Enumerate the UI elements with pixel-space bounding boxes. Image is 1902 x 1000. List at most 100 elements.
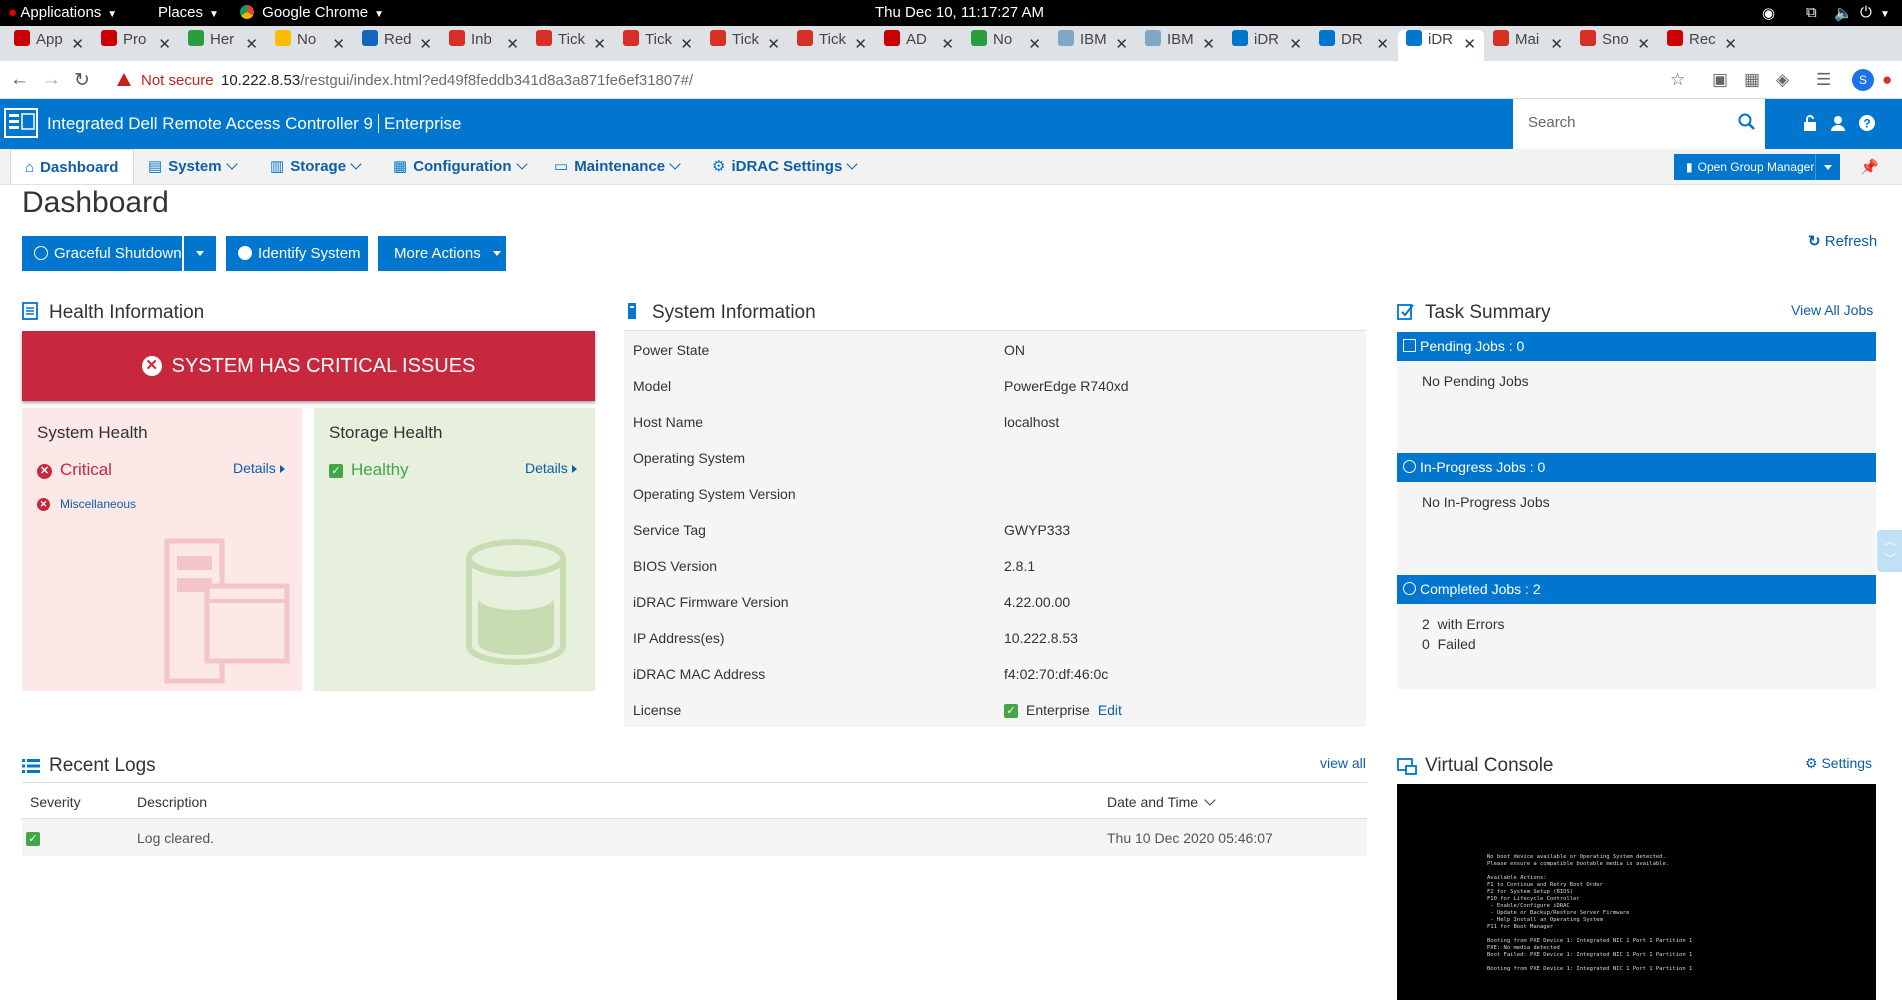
- power-icon[interactable]: ⏻: [1860, 4, 1872, 21]
- close-tab-icon[interactable]: ✕: [1637, 35, 1650, 53]
- places-menu[interactable]: Places ▼: [158, 4, 219, 21]
- graceful-shutdown-button[interactable]: Graceful Shutdown: [22, 236, 182, 271]
- chevron-down-icon[interactable]: ▼: [1880, 4, 1890, 21]
- close-tab-icon[interactable]: ✕: [1289, 35, 1302, 53]
- reading-list-icon[interactable]: ☰: [1816, 70, 1831, 90]
- browser-tab[interactable]: Tick ✕: [789, 30, 875, 61]
- system-info-key: BIOS Version: [633, 558, 718, 574]
- storage-health-details-link[interactable]: Details: [525, 460, 577, 476]
- security-warning[interactable]: Not secure: [117, 72, 214, 89]
- license-edit-link[interactable]: Edit: [1098, 702, 1122, 718]
- bookmark-star-icon[interactable]: ☆: [1670, 70, 1685, 90]
- browser-tab[interactable]: Tick ✕: [615, 30, 701, 61]
- tab-favicon-icon: [1580, 30, 1596, 46]
- console-settings-link[interactable]: ⚙ Settings: [1805, 755, 1872, 772]
- update-icon[interactable]: ●: [1882, 70, 1892, 90]
- browser-tab[interactable]: No ✕: [267, 30, 353, 61]
- close-tab-icon[interactable]: ✕: [1028, 35, 1041, 53]
- more-actions-button[interactable]: More Actions: [378, 236, 506, 271]
- virtual-console-preview[interactable]: No boot device available or Operating Sy…: [1397, 784, 1876, 1000]
- close-tab-icon[interactable]: ✕: [332, 35, 345, 53]
- close-tab-icon[interactable]: ✕: [506, 35, 519, 53]
- browser-menu[interactable]: Google Chrome ▼: [240, 4, 384, 21]
- browser-tab[interactable]: Sno ✕: [1572, 30, 1658, 61]
- browser-tab[interactable]: IBM ✕: [1050, 30, 1136, 61]
- system-info-row: Host Name localhost: [624, 403, 1366, 439]
- open-group-manager-button[interactable]: ▮ Open Group Manager: [1674, 154, 1821, 180]
- browser-tab[interactable]: No ✕: [963, 30, 1049, 61]
- volume-icon[interactable]: 🔈: [1834, 4, 1853, 22]
- profile-avatar[interactable]: S: [1852, 69, 1874, 91]
- back-icon[interactable]: ←: [10, 69, 29, 91]
- critical-issues-banner: ✕ SYSTEM HAS CRITICAL ISSUES: [22, 331, 595, 401]
- close-tab-icon[interactable]: ✕: [245, 35, 258, 53]
- search-icon[interactable]: [1737, 112, 1757, 132]
- nav-system[interactable]: ▤ System: [148, 149, 238, 184]
- close-tab-icon[interactable]: ✕: [1202, 35, 1215, 53]
- close-tab-icon[interactable]: ✕: [419, 35, 432, 53]
- close-tab-icon[interactable]: ✕: [158, 35, 171, 53]
- nav-storage[interactable]: ▥ Storage: [270, 149, 362, 184]
- extension-icon[interactable]: ◈: [1776, 70, 1789, 90]
- system-health-details-link[interactable]: Details: [233, 460, 285, 476]
- close-tab-icon[interactable]: ✕: [71, 35, 84, 53]
- close-tab-icon[interactable]: ✕: [1376, 35, 1389, 53]
- browser-tab[interactable]: Pro ✕: [93, 30, 179, 61]
- browser-tab[interactable]: Tick ✕: [702, 30, 788, 61]
- close-tab-icon[interactable]: ✕: [767, 35, 780, 53]
- nav-maintenance[interactable]: ▭ Maintenance: [554, 149, 681, 184]
- view-all-jobs-link[interactable]: View All Jobs: [1791, 302, 1873, 318]
- identify-system-button[interactable]: Identify System: [226, 236, 368, 271]
- close-tab-icon[interactable]: ✕: [680, 35, 693, 53]
- extension-icon[interactable]: ▦: [1744, 70, 1760, 90]
- browser-tab[interactable]: Red ✕: [354, 30, 440, 61]
- scroll-widget[interactable]: ︿ ﹀: [1877, 530, 1902, 572]
- browser-tab[interactable]: iDR ✕: [1398, 30, 1484, 61]
- network-icon[interactable]: ⧉: [1806, 4, 1817, 21]
- nav-idrac-settings[interactable]: ⚙ iDRAC Settings: [712, 149, 858, 184]
- forward-icon[interactable]: →: [42, 69, 61, 91]
- browser-tab[interactable]: Her ✕: [180, 30, 266, 61]
- refresh-link[interactable]: ↻ Refresh: [1808, 232, 1877, 250]
- clock[interactable]: Thu Dec 10, 11:17:27 AM: [875, 4, 1044, 21]
- log-row[interactable]: ✓ Log cleared. Thu 10 Dec 2020 05:46:07: [22, 819, 1367, 856]
- view-all-logs-link[interactable]: view all: [1320, 755, 1366, 771]
- col-severity[interactable]: Severity: [30, 794, 81, 810]
- nav-configuration[interactable]: ▦ Configuration: [393, 149, 528, 184]
- shutdown-options-dropdown[interactable]: [184, 236, 216, 271]
- browser-tab[interactable]: Rec ✕: [1659, 30, 1745, 61]
- close-tab-icon[interactable]: ✕: [1550, 35, 1563, 53]
- extension-icon[interactable]: ▣: [1712, 70, 1728, 90]
- browser-tab[interactable]: Inb ✕: [441, 30, 527, 61]
- close-tab-icon[interactable]: ✕: [593, 35, 606, 53]
- browser-tab[interactable]: DR ✕: [1311, 30, 1397, 61]
- browser-tab[interactable]: App ✕: [6, 30, 92, 61]
- miscellaneous-link[interactable]: ✕ Miscellaneous: [37, 497, 136, 511]
- accessibility-icon[interactable]: ◉: [1762, 4, 1775, 22]
- close-tab-icon[interactable]: ✕: [941, 35, 954, 53]
- browser-tab[interactable]: Mai ✕: [1485, 30, 1571, 61]
- nav-dashboard[interactable]: ⌂ Dashboard: [10, 149, 134, 184]
- pin-icon[interactable]: 📌: [1860, 158, 1879, 176]
- col-description[interactable]: Description: [137, 794, 207, 810]
- product-edition: Enterprise: [384, 114, 462, 133]
- help-icon[interactable]: ?: [1858, 114, 1876, 132]
- url-field[interactable]: 10.222.8.53/restgui/index.html?ed49f8fed…: [221, 72, 693, 89]
- lock-icon[interactable]: [1801, 114, 1819, 132]
- close-tab-icon[interactable]: ✕: [854, 35, 867, 53]
- close-tab-icon[interactable]: ✕: [1463, 35, 1476, 53]
- close-tab-icon[interactable]: ✕: [1115, 35, 1128, 53]
- search-input[interactable]: [1528, 114, 1728, 131]
- browser-tab[interactable]: AD ✕: [876, 30, 962, 61]
- browser-tab[interactable]: IBM ✕: [1137, 30, 1223, 61]
- applications-menu[interactable]: ● Applications ▼: [8, 4, 117, 21]
- browser-tab[interactable]: Tick ✕: [528, 30, 614, 61]
- reload-icon[interactable]: ↻: [74, 69, 90, 92]
- applications-label: Applications: [20, 4, 102, 21]
- close-tab-icon[interactable]: ✕: [1724, 35, 1737, 53]
- system-info-title: System Information: [652, 302, 816, 323]
- user-icon[interactable]: [1829, 114, 1847, 132]
- col-datetime[interactable]: Date and Time: [1107, 794, 1216, 810]
- browser-tab[interactable]: iDR ✕: [1224, 30, 1310, 61]
- open-group-manager-dropdown[interactable]: [1815, 154, 1840, 180]
